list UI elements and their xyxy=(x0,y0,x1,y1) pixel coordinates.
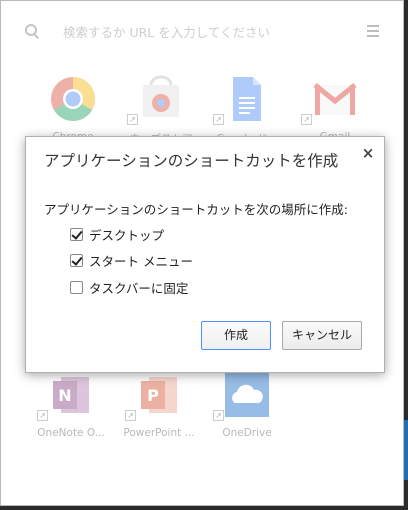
app-tile-gmail[interactable]: ↗ Gmail xyxy=(295,75,375,143)
search-box[interactable]: 検索するか URL を入力してください xyxy=(19,17,387,45)
shortcut-arrow-icon: ↗ xyxy=(125,410,136,421)
desktop-edge-bottom xyxy=(0,506,408,510)
powerpoint-icon: P ↗ xyxy=(125,371,183,421)
onenote-icon: N ↗ xyxy=(37,371,95,421)
option-desktop[interactable]: デスクトップ xyxy=(70,225,164,244)
shortcut-arrow-icon: ↗ xyxy=(127,114,138,125)
app-tile-label: OneDrive xyxy=(222,427,272,439)
app-tile-onedrive[interactable]: ↗ OneDrive xyxy=(207,371,287,439)
search-input[interactable]: 検索するか URL を入力してください xyxy=(63,22,270,41)
dialog-title: アプリケーションのショートカットを作成 xyxy=(44,152,339,170)
option-label: デスクトップ xyxy=(89,228,165,243)
create-button[interactable]: 作成 xyxy=(201,321,271,350)
app-tile-label: PowerPoint ... xyxy=(123,427,195,439)
google-docs-icon: ↗ xyxy=(213,75,271,125)
app-tile-chrome[interactable]: Chrome xyxy=(33,75,113,143)
app-tile-powerpoint[interactable]: P ↗ PowerPoint ... xyxy=(119,371,199,439)
app-tile-label: OneNote O... xyxy=(37,427,105,439)
svg-text:P: P xyxy=(147,386,159,405)
webstore-icon: ↗ xyxy=(127,75,185,125)
app-tile-onenote[interactable]: N ↗ OneNote O... xyxy=(31,371,111,439)
cancel-button[interactable]: キャンセル xyxy=(282,321,362,350)
option-label: タスクバーに固定 xyxy=(89,281,189,296)
desktop-edge-right xyxy=(404,0,408,510)
shortcut-arrow-icon: ↗ xyxy=(301,114,312,125)
app-launcher-window: 検索するか URL を入力してください Chrome xyxy=(0,0,404,506)
shortcut-arrow-icon: ↗ xyxy=(213,410,224,421)
gmail-icon: ↗ xyxy=(301,75,359,125)
chrome-icon xyxy=(49,75,97,123)
svg-text:N: N xyxy=(58,386,71,405)
create-shortcut-dialog: アプリケーションのショートカットを作成 × アプリケーションのショートカットを次… xyxy=(25,136,385,373)
search-icon xyxy=(25,24,39,39)
shortcut-arrow-icon: ↗ xyxy=(37,410,48,421)
dialog-description: アプリケーションのショートカットを次の場所に作成: xyxy=(44,202,348,217)
option-label: スタート メニュー xyxy=(89,254,193,269)
desktop-checkbox[interactable] xyxy=(70,228,83,241)
pin-taskbar-checkbox[interactable] xyxy=(70,281,83,294)
option-start-menu[interactable]: スタート メニュー xyxy=(70,251,193,270)
start-menu-checkbox[interactable] xyxy=(70,254,83,267)
onedrive-icon: ↗ xyxy=(213,371,271,421)
option-pin-taskbar[interactable]: タスクバーに固定 xyxy=(70,278,188,297)
close-icon[interactable]: × xyxy=(360,145,376,161)
hamburger-menu-icon[interactable] xyxy=(367,25,379,37)
shortcut-arrow-icon: ↗ xyxy=(213,114,224,125)
